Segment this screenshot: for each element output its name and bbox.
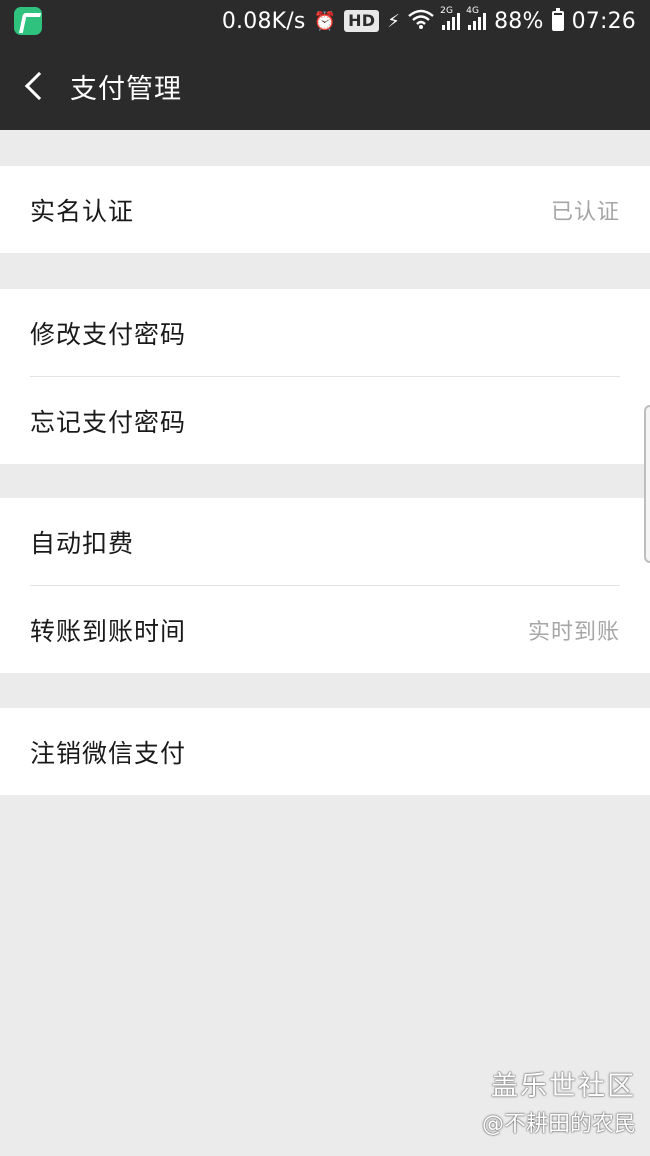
cancel-wechat-pay-label: 注销微信支付	[30, 738, 187, 768]
edge-panel-handle[interactable]	[644, 405, 650, 563]
transfer-time-label: 转账到账时间	[30, 616, 187, 646]
network-speed: 0.08K/s	[221, 8, 306, 34]
signal-strength-icon-2: 4G	[466, 6, 487, 30]
cancel-wechat-pay-row[interactable]: 注销微信支付	[0, 708, 650, 795]
watermark-title: 盖乐世社区	[491, 1071, 636, 1102]
network-type-label: 2G	[440, 6, 454, 16]
identity-verification-row[interactable]: 实名认证 已认证	[0, 166, 650, 253]
status-indicators: 0.08K/s ⏰ HD ⚡ 2G 4G 88% 07:26	[221, 6, 636, 34]
transfer-time-value: 实时到账	[527, 619, 620, 645]
battery-icon	[551, 8, 564, 31]
wifi-icon	[408, 9, 434, 34]
chevron-left-icon	[24, 71, 54, 101]
page-title: 支付管理	[70, 73, 182, 105]
auto-deduct-label: 自动扣费	[30, 528, 135, 558]
identity-section: 实名认证 已认证	[0, 166, 650, 253]
payment-options-section: 自动扣费 转账到账时间 实时到账	[0, 498, 650, 673]
identity-verification-label: 实名认证	[30, 196, 135, 226]
status-bar: 0.08K/s ⏰ HD ⚡ 2G 4G 88% 07:26	[0, 0, 650, 42]
battery-percent: 88%	[494, 8, 544, 34]
title-bar: 支付管理	[0, 42, 650, 130]
auto-deduct-row[interactable]: 自动扣费	[0, 498, 650, 585]
app-notification-icon	[14, 7, 42, 35]
forgot-pay-password-row[interactable]: 忘记支付密码	[0, 377, 650, 464]
network-type-label-2: 4G	[466, 6, 480, 16]
watermark-author: @不耕田的农民	[481, 1112, 636, 1137]
password-section: 修改支付密码 忘记支付密码	[0, 289, 650, 464]
clock: 07:26	[571, 8, 636, 34]
hd-badge: HD	[344, 10, 380, 32]
alarm-icon: ⏰	[313, 10, 337, 32]
wifi-icon-svg	[408, 9, 434, 29]
forgot-pay-password-label: 忘记支付密码	[30, 407, 187, 437]
signal-strength-icon: 2G	[440, 6, 461, 30]
change-pay-password-label: 修改支付密码	[30, 319, 187, 349]
cancel-section: 注销微信支付	[0, 708, 650, 795]
identity-verification-status: 已认证	[550, 199, 620, 225]
change-pay-password-row[interactable]: 修改支付密码	[0, 289, 650, 376]
back-button[interactable]	[0, 42, 70, 130]
data-saver-icon: ⚡	[387, 10, 401, 32]
transfer-time-row[interactable]: 转账到账时间 实时到账	[0, 586, 650, 673]
